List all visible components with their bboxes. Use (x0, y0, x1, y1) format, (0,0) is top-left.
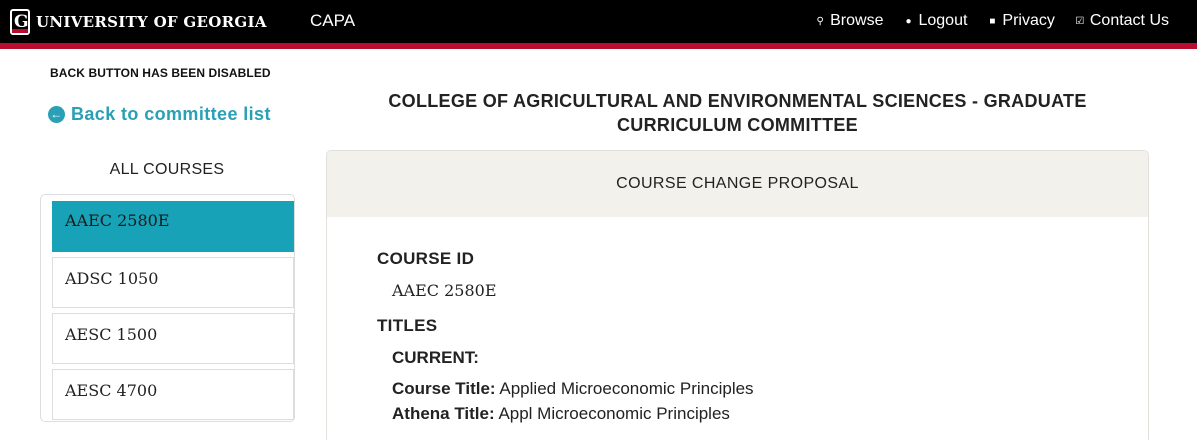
titles-label: TITLES (377, 316, 438, 335)
contact-icon: ☑ (1075, 15, 1085, 27)
proposal-card: COURSE CHANGE PROPOSAL COURSE ID AAEC 25… (326, 150, 1149, 440)
course-id-value: AAEC 2580E (392, 281, 497, 300)
course-item-aesc-1500[interactable]: AESC 1500 (52, 313, 294, 364)
course-item-adsc-1050[interactable]: ADSC 1050 (52, 257, 294, 308)
course-item-aaec-2580e[interactable]: AAEC 2580E (52, 201, 294, 252)
back-to-committee-link[interactable]: ← Back to committee list (48, 104, 271, 125)
course-item-aesc-4700[interactable]: AESC 4700 (52, 369, 294, 420)
back-link-label: Back to committee list (71, 104, 271, 124)
all-courses-heading: ALL COURSES (109, 161, 225, 178)
current-label: CURRENT: (392, 348, 479, 367)
back-disabled-notice: BACK BUTTON HAS BEEN DISABLED (50, 66, 271, 80)
nav-contact[interactable]: ☑ Contact Us (1075, 12, 1169, 30)
nav-privacy[interactable]: ■ Privacy (987, 12, 1054, 30)
uga-logo[interactable]: UNIVERSITY OF GEORGIA (10, 8, 267, 36)
privacy-icon: ■ (989, 15, 996, 27)
course-title-label: Course Title: (392, 379, 496, 398)
top-nav: ⚲ Browse ● Logout ■ Privacy ☑ Contact Us (815, 12, 1169, 30)
committee-title-line1: COLLEGE OF AGRICULTURAL AND ENVIRONMENTA… (388, 91, 1087, 111)
nav-browse-label: Browse (830, 12, 884, 29)
uga-g-logo-icon (10, 9, 30, 35)
committee-title-line2: CURRICULUM COMMITTEE (617, 115, 858, 135)
nav-logout-label: Logout (918, 12, 968, 29)
proposal-card-header: COURSE CHANGE PROPOSAL (327, 151, 1148, 217)
course-title-row: Course Title: Applied Microeconomic Prin… (392, 379, 754, 399)
nav-logout[interactable]: ● Logout (903, 12, 967, 30)
nav-browse[interactable]: ⚲ Browse (815, 12, 883, 30)
athena-title-value: Appl Microeconomic Principles (498, 404, 730, 423)
search-icon: ⚲ (816, 15, 824, 27)
course-list: AAEC 2580E ADSC 1050 AESC 1500 AESC 4700 (40, 194, 295, 422)
athena-title-row: Athena Title: Appl Microeconomic Princip… (392, 404, 730, 424)
nav-contact-label: Contact Us (1089, 12, 1169, 29)
logout-icon: ● (905, 15, 912, 27)
course-title-value: Applied Microeconomic Principles (499, 379, 754, 398)
committee-title: COLLEGE OF AGRICULTURAL AND ENVIRONMENTA… (326, 89, 1149, 137)
nav-privacy-label: Privacy (1002, 12, 1055, 29)
arrow-left-circle-icon: ← (48, 106, 65, 123)
athena-title-label: Athena Title: (392, 404, 495, 423)
course-id-label: COURSE ID (377, 249, 475, 268)
header-red-stripe (0, 43, 1197, 49)
logo-text: UNIVERSITY OF GEORGIA (36, 13, 267, 31)
top-navbar: UNIVERSITY OF GEORGIA CAPA ⚲ Browse ● Lo… (0, 0, 1197, 43)
app-name[interactable]: CAPA (310, 11, 355, 31)
